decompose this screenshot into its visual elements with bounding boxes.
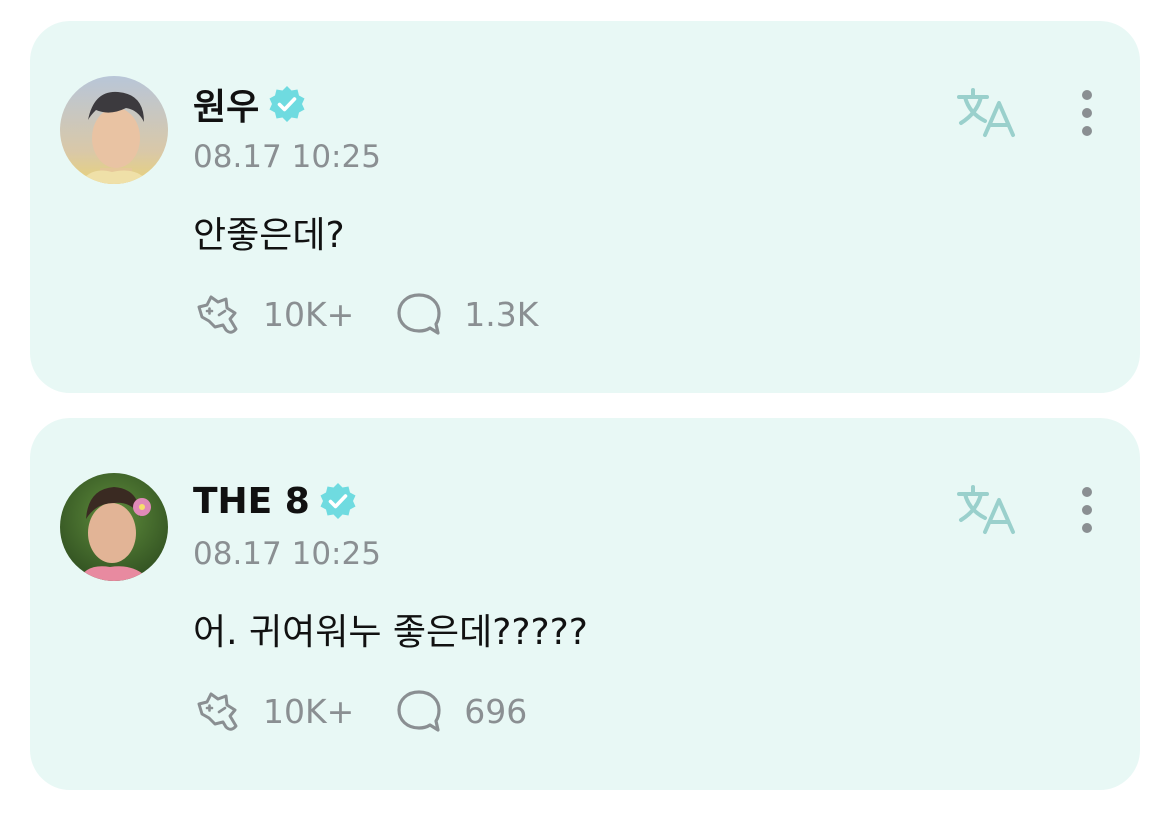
author-row: THE 8 — [193, 476, 358, 526]
post-card[interactable]: 원우 08.17 10:25 안좋은데? 10K+ 1.3K — [30, 21, 1140, 393]
post-timestamp: 08.17 10:25 — [193, 536, 381, 572]
reaction-count: 10K+ — [263, 691, 355, 731]
more-vertical-icon — [1082, 90, 1092, 136]
verified-badge-icon — [267, 84, 307, 124]
author-avatar[interactable] — [60, 473, 168, 581]
reaction-button[interactable]: 10K+ — [193, 289, 354, 339]
reaction-button[interactable]: 10K+ — [193, 686, 354, 736]
author-avatar[interactable] — [60, 76, 168, 184]
reaction-icon — [197, 295, 238, 334]
comment-count: 696 — [464, 691, 528, 731]
more-options-button[interactable] — [1070, 482, 1104, 538]
author-row: 원우 — [193, 79, 307, 129]
translate-icon — [957, 88, 1015, 137]
post-feed: 원우 08.17 10:25 안좋은데? 10K+ 1.3K THE 8 08.… — [0, 0, 1170, 814]
comment-button[interactable]: 696 — [394, 686, 527, 736]
post-actions: 10K+ 696 — [193, 686, 567, 736]
post-text: 안좋은데? — [193, 215, 345, 256]
post-card[interactable]: THE 8 08.17 10:25 어. 귀여워누 좋은데????? 10K+ — [30, 418, 1140, 790]
comment-button[interactable]: 1.3K — [394, 289, 538, 339]
verified-badge-icon — [318, 481, 358, 521]
post-actions: 10K+ 1.3K — [193, 289, 578, 339]
author-name[interactable]: 원우 — [193, 78, 259, 130]
more-vertical-icon — [1082, 487, 1092, 533]
reaction-count: 10K+ — [263, 294, 355, 334]
comment-count: 1.3K — [464, 294, 539, 334]
post-timestamp: 08.17 10:25 — [193, 139, 381, 175]
translate-button[interactable] — [955, 85, 1019, 141]
author-name[interactable]: THE 8 — [193, 481, 310, 522]
translate-button[interactable] — [955, 482, 1019, 538]
more-options-button[interactable] — [1070, 85, 1104, 141]
translate-icon — [957, 485, 1015, 534]
comment-icon — [397, 690, 441, 732]
post-text: 어. 귀여워누 좋은데????? — [193, 612, 588, 653]
reaction-icon — [197, 692, 238, 731]
comment-icon — [397, 293, 441, 335]
